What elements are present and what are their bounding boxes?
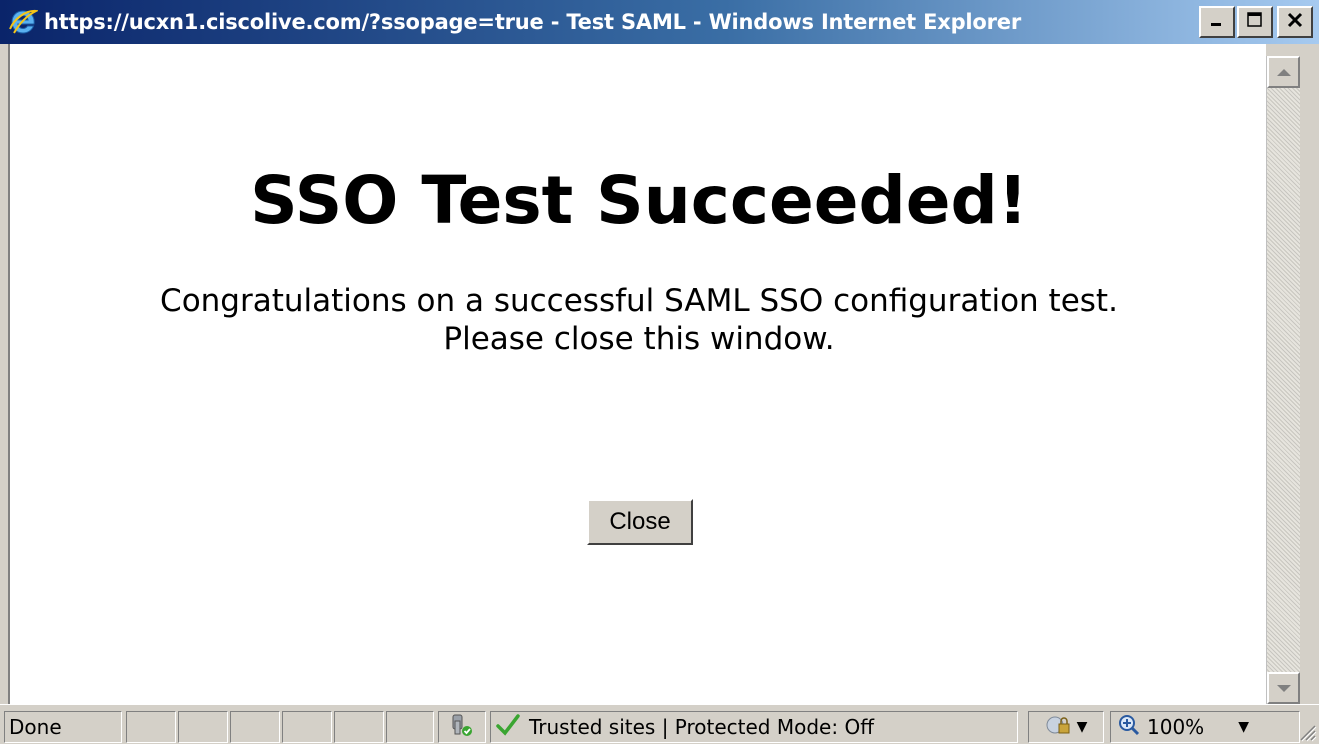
page-content: SSO Test Succeeded! Congratulations on a…	[8, 44, 1266, 704]
chevron-down-icon: ▼	[1076, 719, 1088, 735]
checkmark-icon	[495, 712, 521, 743]
close-window-button[interactable]	[1277, 6, 1313, 38]
vertical-scrollbar[interactable]	[1266, 56, 1300, 704]
close-icon	[1286, 11, 1304, 34]
scroll-down-button[interactable]	[1267, 672, 1300, 704]
message-line-1: Congratulations on a successful SAML SSO…	[160, 283, 1118, 319]
message-line-2: Please close this window.	[443, 321, 835, 357]
window-title: https://ucxn1.ciscolive.com/?ssopage=tru…	[44, 10, 1021, 34]
arrow-up-icon	[1276, 68, 1291, 76]
success-message: Congratulations on a successful SAML SSO…	[10, 282, 1268, 358]
ie-window: https://ucxn1.ciscolive.com/?ssopage=tru…	[0, 0, 1319, 744]
title-bar[interactable]: https://ucxn1.ciscolive.com/?ssopage=tru…	[0, 0, 1319, 44]
page-heading: SSO Test Succeeded!	[250, 162, 1028, 239]
protected-mode-button[interactable]: ▼	[1028, 711, 1104, 743]
minimize-icon	[1209, 11, 1225, 33]
minimize-button[interactable]	[1199, 6, 1235, 38]
window-frame-edge	[1300, 44, 1319, 704]
status-pane	[126, 711, 176, 743]
zoom-icon	[1117, 713, 1141, 742]
status-pane	[334, 711, 384, 743]
status-pane	[178, 711, 228, 743]
resize-grip-icon[interactable]	[1297, 722, 1317, 742]
arrow-down-icon	[1276, 684, 1291, 692]
security-report-button[interactable]	[438, 711, 486, 743]
status-pane	[282, 711, 332, 743]
security-zone-pane[interactable]: Trusted sites | Protected Mode: Off	[490, 711, 1018, 743]
status-text: Done	[4, 711, 122, 743]
protected-mode-icon	[1045, 713, 1073, 742]
chevron-down-icon: ▼	[1238, 719, 1249, 735]
security-zone-text: Trusted sites | Protected Mode: Off	[529, 715, 874, 739]
status-pane	[230, 711, 280, 743]
scroll-up-button[interactable]	[1267, 56, 1300, 88]
zoom-control[interactable]: 100% ▼	[1110, 711, 1300, 743]
close-button[interactable]: Close	[587, 499, 693, 545]
maximize-icon	[1246, 11, 1264, 34]
status-bar: Done Trusted sites | Protected Mode: Off	[0, 704, 1319, 744]
ie-icon[interactable]	[6, 5, 40, 39]
status-pane	[386, 711, 434, 743]
zoom-level: 100%	[1147, 715, 1205, 739]
security-report-icon	[449, 712, 475, 743]
maximize-button[interactable]	[1237, 6, 1273, 38]
